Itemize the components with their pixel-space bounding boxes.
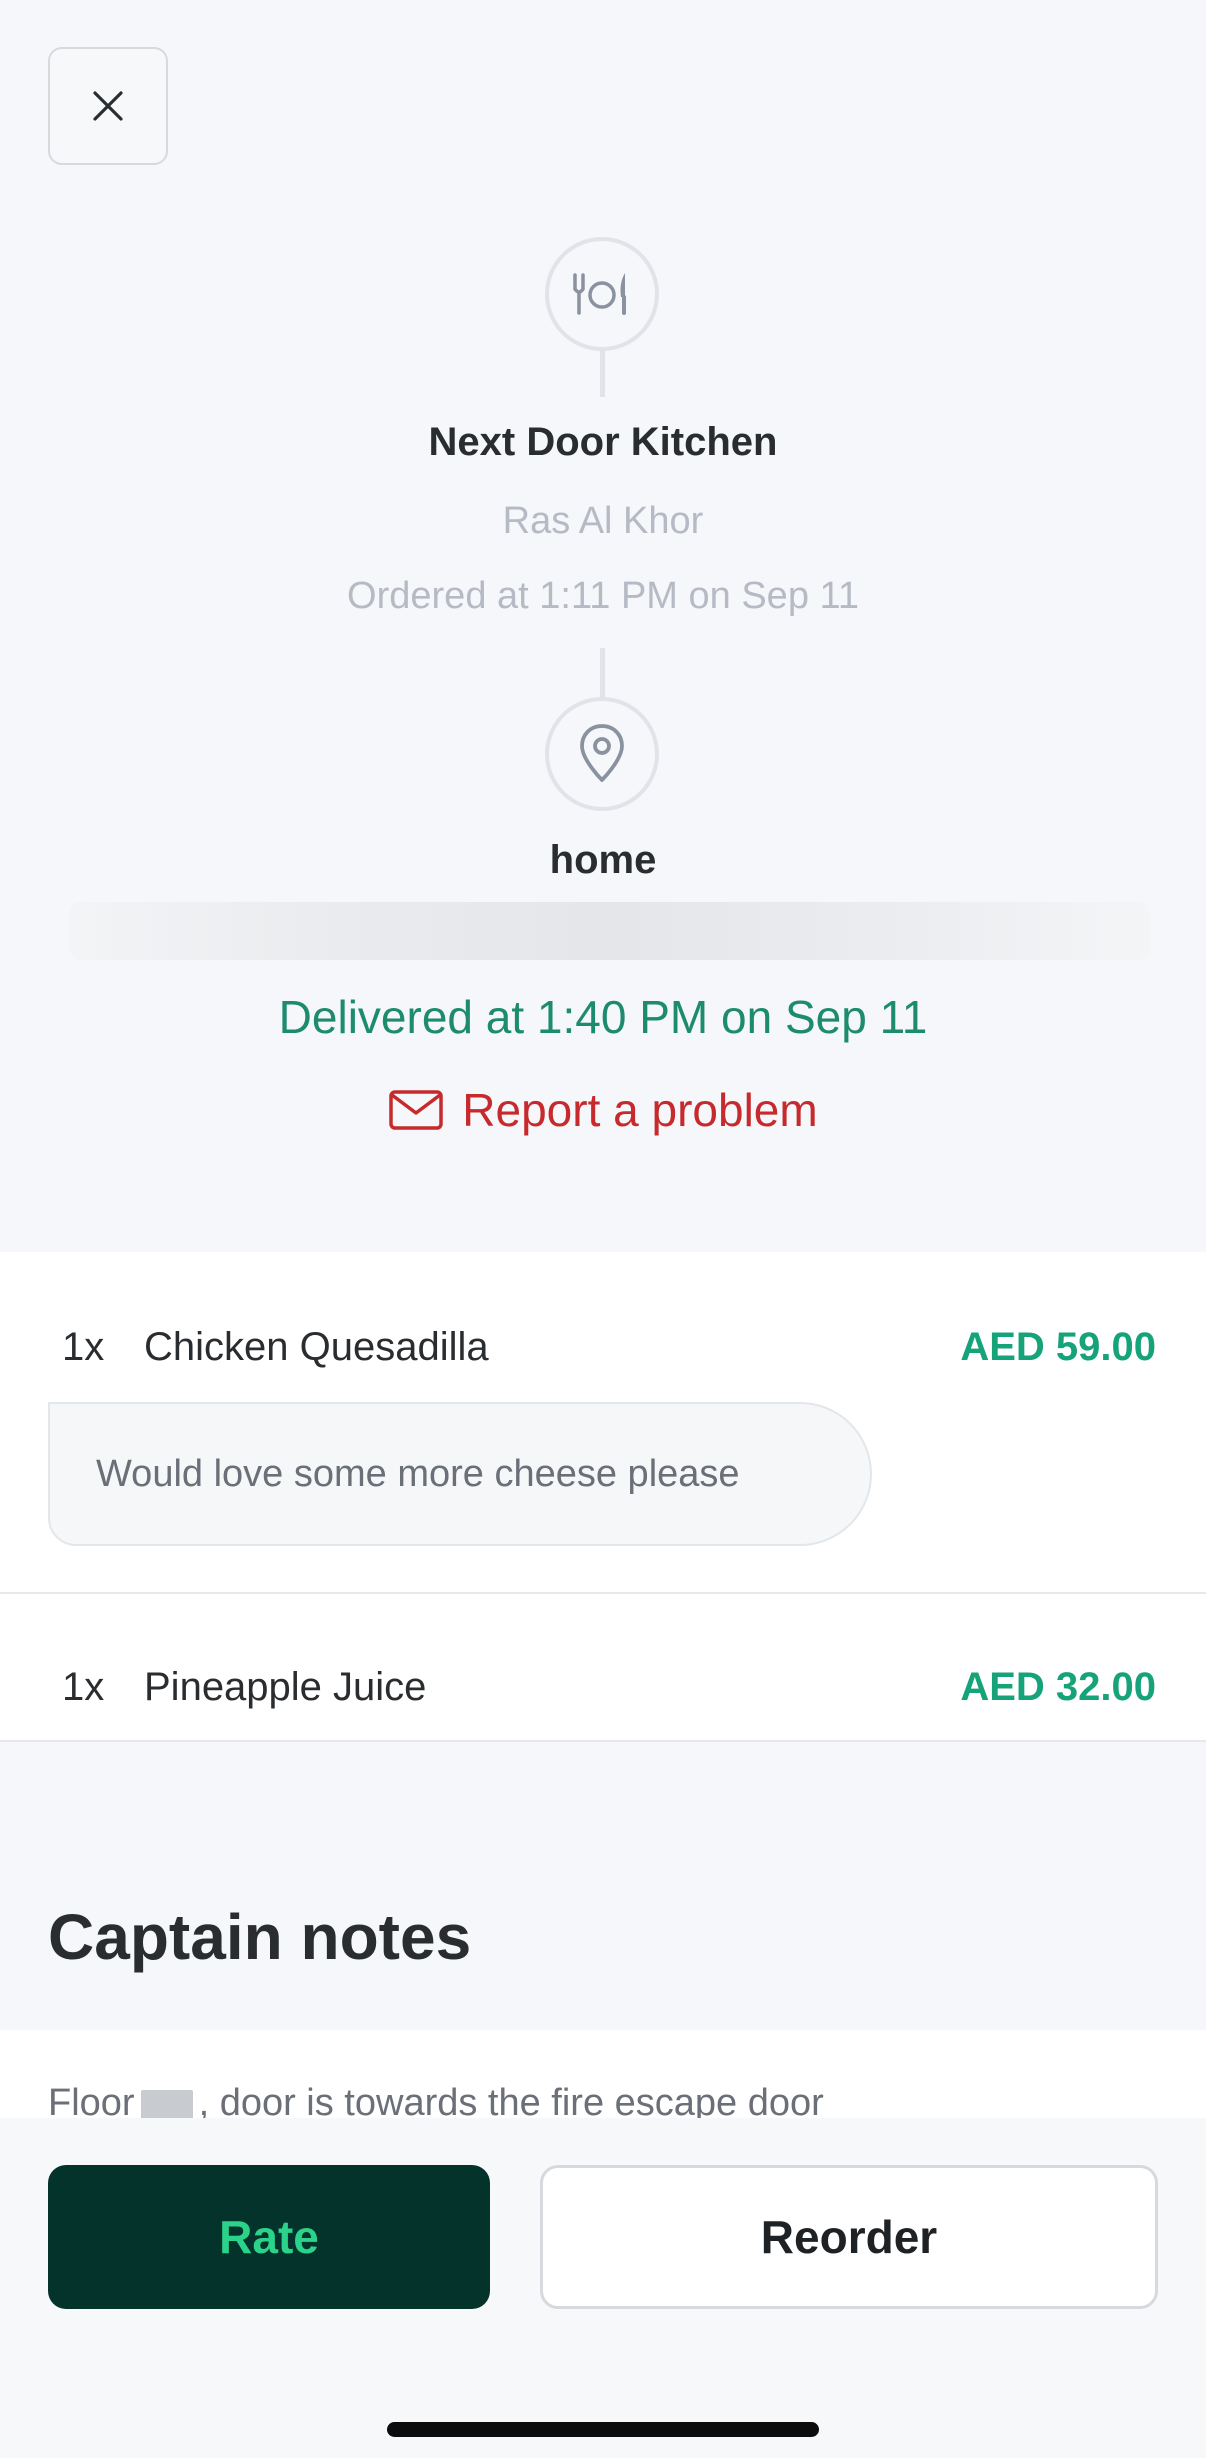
restaurant-node <box>545 237 659 351</box>
restaurant-name: Next Door Kitchen <box>428 420 778 464</box>
route-connector <box>600 349 605 397</box>
report-problem-label: Report a problem <box>462 1084 818 1136</box>
item-price: AED 59.00 <box>960 1324 1156 1369</box>
item-name: Chicken Quesadilla <box>144 1324 489 1369</box>
reorder-button[interactable]: Reorder <box>540 2165 1158 2309</box>
close-icon <box>93 91 123 121</box>
order-items-list: 1x Chicken Quesadilla AED 59.00 Would lo… <box>0 1252 1206 1742</box>
item-price: AED 32.00 <box>960 1664 1156 1709</box>
destination-node <box>545 697 659 811</box>
redacted-floor <box>140 2089 193 2120</box>
delivered-at-status: Delivered at 1:40 PM on Sep 11 <box>278 991 928 1043</box>
item-note: Would love some more cheese please <box>48 1402 872 1546</box>
captain-notes-text-end: , door is towards the fire escape door <box>198 2082 824 2120</box>
bottom-action-bar: Rate Reorder <box>0 2118 1206 2458</box>
restaurant-area: Ras Al Khor <box>502 500 704 542</box>
captain-notes-card: Floor , door is towards the fire escape d… <box>0 2030 1206 2120</box>
rate-button[interactable]: Rate <box>48 2165 490 2309</box>
order-details-screen: Next Door Kitchen Ras Al Khor Ordered at… <box>0 0 1206 2458</box>
list-item: 1x Chicken Quesadilla AED 59.00 <box>0 1302 1206 1392</box>
home-indicator[interactable] <box>387 2422 819 2437</box>
captain-notes-text-start: Floor <box>48 2082 135 2120</box>
destination-label: home <box>549 838 657 882</box>
redacted-address <box>70 902 1150 960</box>
ordered-at-time: Ordered at 1:11 PM on Sep 11 <box>347 575 859 617</box>
captain-notes-title: Captain notes <box>48 1901 472 1973</box>
cutlery-icon <box>573 273 626 315</box>
route-connector <box>600 648 605 700</box>
item-quantity: 1x <box>62 1664 105 1709</box>
report-problem-link[interactable]: Report a problem <box>0 1083 1206 1137</box>
close-button[interactable] <box>48 47 168 165</box>
mail-icon <box>389 1090 444 1130</box>
list-item: 1x Pineapple Juice AED 32.00 <box>0 1642 1206 1732</box>
divider <box>0 1592 1206 1594</box>
captain-notes-text: Floor , door is towards the fire escape d… <box>48 2082 824 2120</box>
location-pin-icon <box>580 724 624 782</box>
item-quantity: 1x <box>62 1324 105 1369</box>
item-name: Pineapple Juice <box>144 1664 427 1709</box>
